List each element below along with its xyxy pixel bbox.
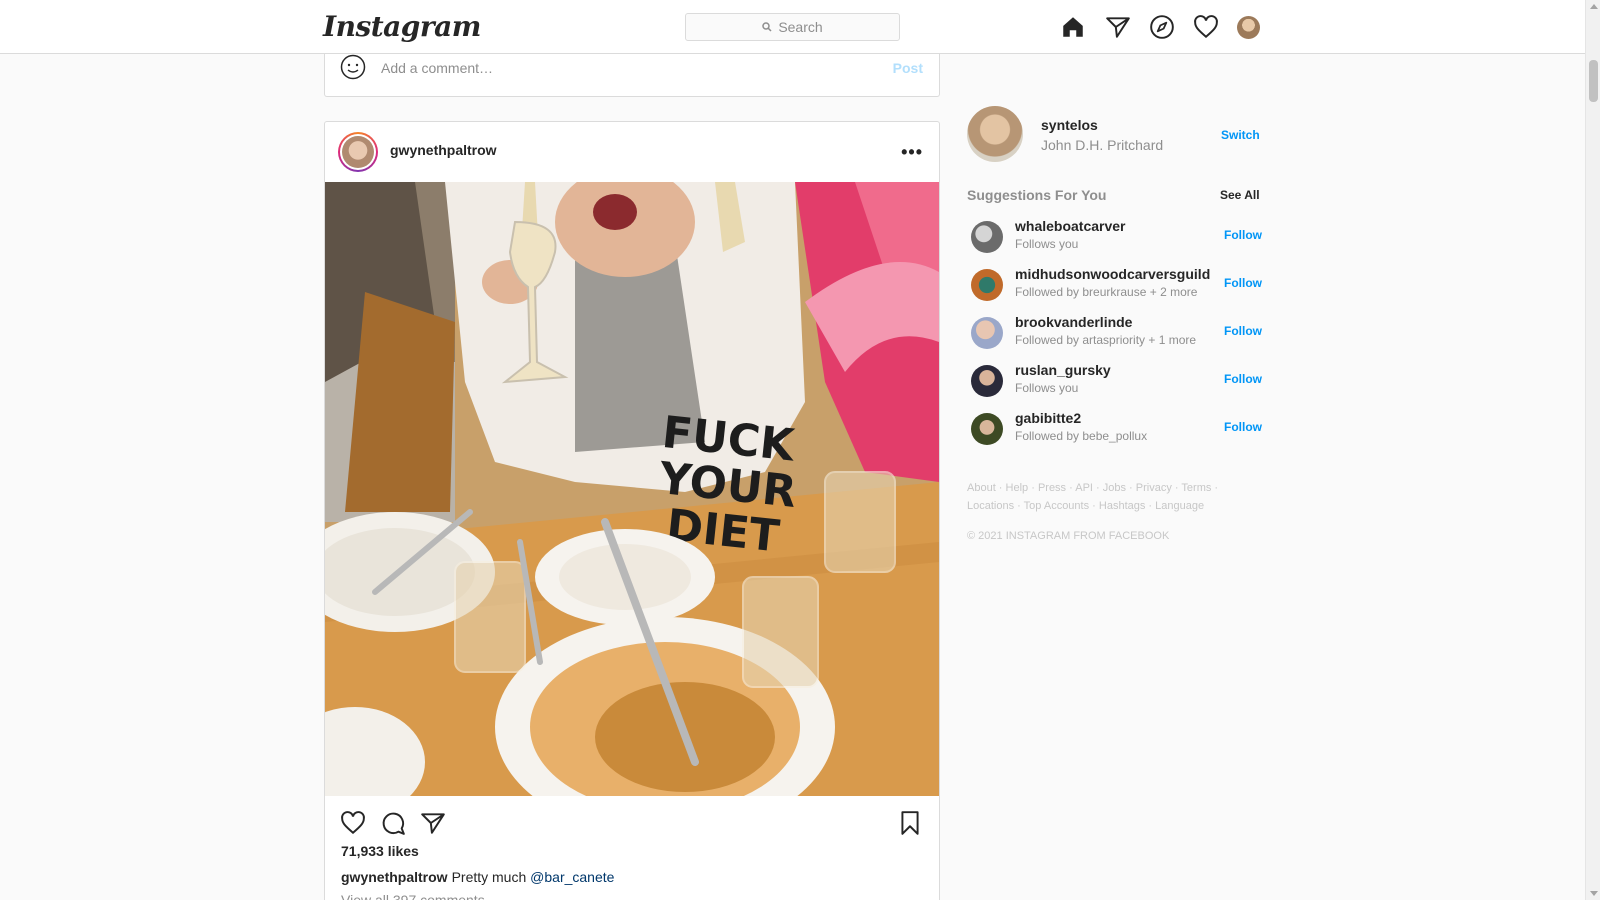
footer-link-help[interactable]: Help	[1006, 482, 1029, 494]
suggestion-item: midhudsonwoodcarversguild Followed by br…	[967, 266, 1262, 310]
suggestion-avatar[interactable]	[971, 413, 1003, 445]
suggestion-subtext: Followed by artaspriority + 1 more	[1015, 333, 1197, 347]
suggestion-item: ruslan_gursky Follows you Follow	[967, 362, 1262, 406]
follow-button[interactable]: Follow	[1224, 372, 1262, 386]
likes-count[interactable]: 71,933 likes	[341, 843, 419, 859]
footer-links: About · Help · Press · API · Jobs · Priv…	[967, 482, 1219, 512]
follow-button[interactable]: Follow	[1224, 324, 1262, 338]
footer-link-about[interactable]: About	[967, 482, 996, 494]
scroll-up-arrow[interactable]	[1590, 4, 1598, 9]
suggestion-subtext: Follows you	[1015, 237, 1079, 251]
top-nav: Instagram Search	[0, 0, 1585, 54]
suggestion-avatar[interactable]	[971, 365, 1003, 397]
switch-account-button[interactable]: Switch	[1221, 128, 1260, 142]
like-heart-icon[interactable]	[340, 810, 366, 836]
share-icon[interactable]	[420, 810, 446, 836]
suggestion-subtext: Follows you	[1015, 381, 1079, 395]
footer-link-terms[interactable]: Terms	[1181, 482, 1211, 494]
suggestion-item: gabibitte2 Followed by bebe_pollux Follo…	[967, 410, 1262, 454]
instagram-logo[interactable]: Instagram	[323, 10, 481, 43]
suggestion-username[interactable]: midhudsonwoodcarversguild	[1015, 266, 1210, 282]
activity-heart-icon[interactable]	[1193, 14, 1219, 40]
emoji-icon[interactable]	[340, 54, 366, 80]
page-scrollbar[interactable]	[1585, 0, 1600, 900]
scroll-down-arrow[interactable]	[1590, 891, 1598, 896]
more-options-icon[interactable]: •••	[901, 142, 923, 163]
footer-link-jobs[interactable]: Jobs	[1103, 482, 1126, 494]
suggestion-avatar[interactable]	[971, 269, 1003, 301]
footer-link-top-accounts[interactable]: Top Accounts	[1024, 500, 1089, 512]
post-comment-button[interactable]: Post	[893, 60, 923, 76]
suggestion-item: brookvanderlinde Followed by artaspriori…	[967, 314, 1262, 358]
search-placeholder: Search	[778, 19, 823, 35]
comment-input[interactable]: Add a comment…	[381, 60, 493, 76]
my-username[interactable]: syntelos	[1041, 117, 1098, 133]
caption-username[interactable]: gwynethpaltrow	[341, 869, 448, 885]
follow-button[interactable]: Follow	[1224, 420, 1262, 434]
post-username[interactable]: gwynethpaltrow	[390, 142, 497, 158]
save-bookmark-icon[interactable]	[897, 810, 923, 836]
direct-icon[interactable]	[1105, 14, 1131, 40]
story-ring-avatar[interactable]	[338, 132, 378, 172]
post-header: gwynethpaltrow •••	[325, 122, 939, 182]
post-card: gwynethpaltrow ••• FUCK YOUR DIET 71,933…	[324, 121, 940, 900]
my-full-name: John D.H. Pritchard	[1041, 137, 1164, 153]
follow-button[interactable]: Follow	[1224, 276, 1262, 290]
suggestion-avatar[interactable]	[971, 317, 1003, 349]
suggestion-subtext: Followed by breurkrause + 2 more	[1015, 285, 1198, 299]
suggestion-avatar[interactable]	[971, 221, 1003, 253]
search-icon	[762, 22, 772, 32]
my-avatar[interactable]	[967, 106, 1023, 162]
suggestion-username[interactable]: brookvanderlinde	[1015, 314, 1132, 330]
copyright-text: © 2021 INSTAGRAM FROM FACEBOOK	[967, 530, 1170, 542]
explore-icon[interactable]	[1149, 14, 1175, 40]
footer-link-hashtags[interactable]: Hashtags	[1099, 500, 1145, 512]
suggestion-item: whaleboatcarver Follows you Follow	[967, 218, 1262, 262]
view-all-comments-link[interactable]: View all 397 comments	[341, 892, 485, 900]
see-all-link[interactable]: See All	[1220, 188, 1260, 202]
suggestions-title: Suggestions For You	[967, 187, 1107, 203]
suggestion-subtext: Followed by bebe_pollux	[1015, 429, 1148, 443]
follow-button[interactable]: Follow	[1224, 228, 1262, 242]
footer-link-press[interactable]: Press	[1038, 482, 1066, 494]
comment-icon[interactable]	[380, 810, 406, 836]
footer-link-api[interactable]: API	[1075, 482, 1093, 494]
suggestion-username[interactable]: whaleboatcarver	[1015, 218, 1126, 234]
post-actions	[325, 798, 939, 848]
footer-link-language[interactable]: Language	[1155, 500, 1204, 512]
home-icon[interactable]	[1060, 14, 1086, 40]
caption-text: Pretty much	[451, 869, 527, 885]
suggestion-username[interactable]: ruslan_gursky	[1015, 362, 1111, 378]
post-caption: gwynethpaltrow Pretty much @bar_canete	[341, 869, 614, 885]
scrollbar-thumb[interactable]	[1589, 60, 1598, 102]
caption-mention-link[interactable]: @bar_canete	[530, 869, 614, 885]
search-box[interactable]: Search	[685, 13, 900, 41]
suggestion-username[interactable]: gabibitte2	[1015, 410, 1081, 426]
post-photo-image: FUCK YOUR DIET	[325, 182, 939, 796]
footer-link-locations[interactable]: Locations	[967, 500, 1014, 512]
footer-link-privacy[interactable]: Privacy	[1136, 482, 1172, 494]
profile-avatar[interactable]	[1237, 16, 1260, 39]
post-photo[interactable]: FUCK YOUR DIET	[325, 182, 939, 796]
